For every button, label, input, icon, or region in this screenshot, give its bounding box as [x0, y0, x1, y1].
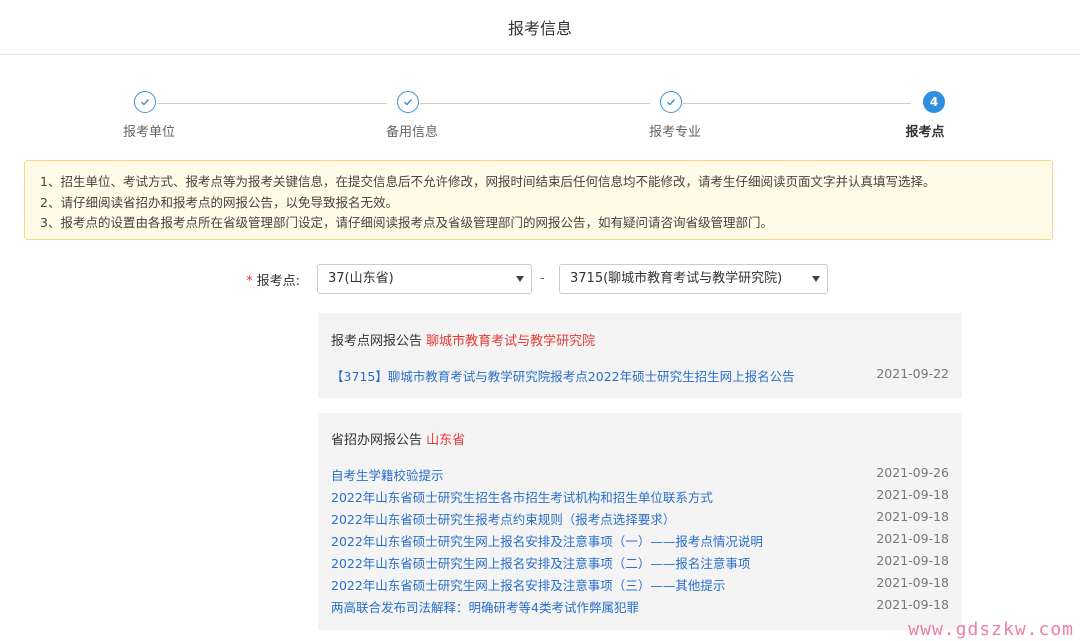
exam-site-select-value: 3715(聊城市教育考试与教学研究院) — [570, 271, 783, 286]
required-mark: * — [246, 274, 253, 289]
notice-line-2: 2、请仔细阅读省招办和报考点的网报公告，以免导致报名无效。 — [40, 194, 398, 210]
step-1-label: 报考单位 — [122, 125, 176, 140]
announcement-date: 2021-09-22 — [876, 366, 949, 381]
announcement-link[interactable]: 2022年山东省硕士研究生报考点约束规则（报考点选择要求） — [331, 509, 675, 528]
site-panel-title: 报考点网报公告 聊城市教育考试与教学研究院 — [331, 330, 595, 349]
notice-line-1: 1、招生单位、考试方式、报考点等为报考关键信息，在提交信息后不允许修改，网报时间… — [40, 174, 936, 189]
list-item: 2022年山东省硕士研究生报考点约束规则（报考点选择要求） 2021-09-18 — [331, 509, 949, 529]
step-2-label: 备用信息 — [385, 125, 439, 140]
province-select[interactable]: 37(山东省) — [317, 264, 532, 294]
list-item: 自考生学籍校验提示 2021-09-26 — [331, 465, 949, 485]
announcement-date: 2021-09-18 — [876, 553, 949, 568]
province-announcement-panel: 省招办网报公告 山东省 自考生学籍校验提示 2021-09-26 2022年山东… — [318, 413, 962, 630]
step-4-label: 报考点 — [905, 125, 945, 140]
notice-line-3: 3、报考点的设置由各报考点所在省级管理部门设定，请仔细阅读报考点及省级管理部门的… — [40, 215, 773, 230]
exam-site-label: * 报考点: — [236, 270, 300, 289]
list-item: 【3715】聊城市教育考试与教学研究院报考点2022年硕士研究生招生网上报名公告… — [331, 366, 949, 386]
province-panel-title-name: 山东省 — [426, 433, 466, 448]
list-item: 2022年山东省硕士研究生网上报名安排及注意事项（一）——报考点情况说明 202… — [331, 531, 949, 551]
step-connector — [683, 103, 911, 104]
list-item: 2022年山东省硕士研究生招生各市招生考试机构和招生单位联系方式 2021-09… — [331, 487, 949, 507]
announcement-link[interactable]: 2022年山东省硕士研究生招生各市招生考试机构和招生单位联系方式 — [331, 487, 713, 506]
chevron-down-icon — [812, 276, 820, 282]
step-connector — [420, 103, 650, 104]
announcement-link[interactable]: 自考生学籍校验提示 — [331, 465, 444, 484]
list-item: 2022年山东省硕士研究生网上报名安排及注意事项（二）——报名注意事项 2021… — [331, 553, 949, 573]
province-panel-title-prefix: 省招办网报公告 — [331, 433, 423, 448]
page-title: 报考信息 — [507, 19, 572, 38]
announcement-date: 2021-09-18 — [876, 487, 949, 502]
list-item: 2022年山东省硕士研究生网上报名安排及注意事项（三）——其他提示 2021-0… — [331, 575, 949, 595]
announcement-link[interactable]: 2022年山东省硕士研究生网上报名安排及注意事项（一）——报考点情况说明 — [331, 531, 763, 550]
step-connector — [157, 103, 387, 104]
step-3-check-icon — [660, 91, 682, 113]
announcement-link[interactable]: 2022年山东省硕士研究生网上报名安排及注意事项（二）——报名注意事项 — [331, 553, 750, 572]
step-2-check-icon — [397, 91, 419, 113]
province-select-value: 37(山东省) — [328, 271, 394, 286]
step-4-number: 4 — [923, 91, 945, 113]
announcement-date: 2021-09-18 — [876, 531, 949, 546]
announcement-date: 2021-09-26 — [876, 465, 949, 480]
announcement-date: 2021-09-18 — [876, 575, 949, 590]
announcement-date: 2021-09-18 — [876, 597, 949, 612]
site-panel-title-prefix: 报考点网报公告 — [331, 334, 423, 349]
page-header: 报考信息 — [0, 0, 1080, 55]
announcement-link[interactable]: 【3715】聊城市教育考试与教学研究院报考点2022年硕士研究生招生网上报名公告 — [331, 366, 795, 385]
step-3-label: 报考专业 — [648, 125, 702, 140]
site-panel-title-name: 聊城市教育考试与教学研究院 — [426, 334, 596, 349]
notice-box: 1、招生单位、考试方式、报考点等为报考关键信息，在提交信息后不允许修改，网报时间… — [24, 160, 1053, 240]
watermark: www.gdszkw.com — [908, 619, 1074, 640]
province-panel-title: 省招办网报公告 山东省 — [331, 429, 465, 448]
exam-site-select[interactable]: 3715(聊城市教育考试与教学研究院) — [559, 264, 828, 294]
announcement-link[interactable]: 两高联合发布司法解释：明确研考等4类考试作弊属犯罪 — [331, 597, 639, 616]
chevron-down-icon — [516, 276, 524, 282]
list-item: 两高联合发布司法解释：明确研考等4类考试作弊属犯罪 2021-09-18 — [331, 597, 949, 617]
exam-site-label-text: 报考点: — [256, 274, 300, 289]
progress-stepper: 4 报考单位 备用信息 报考专业 报考点 — [0, 90, 1080, 150]
site-announcement-panel: 报考点网报公告 聊城市教育考试与教学研究院 【3715】聊城市教育考试与教学研究… — [318, 313, 962, 398]
select-separator: - — [540, 271, 545, 286]
announcement-date: 2021-09-18 — [876, 509, 949, 524]
step-1-check-icon — [134, 91, 156, 113]
announcement-link[interactable]: 2022年山东省硕士研究生网上报名安排及注意事项（三）——其他提示 — [331, 575, 725, 594]
